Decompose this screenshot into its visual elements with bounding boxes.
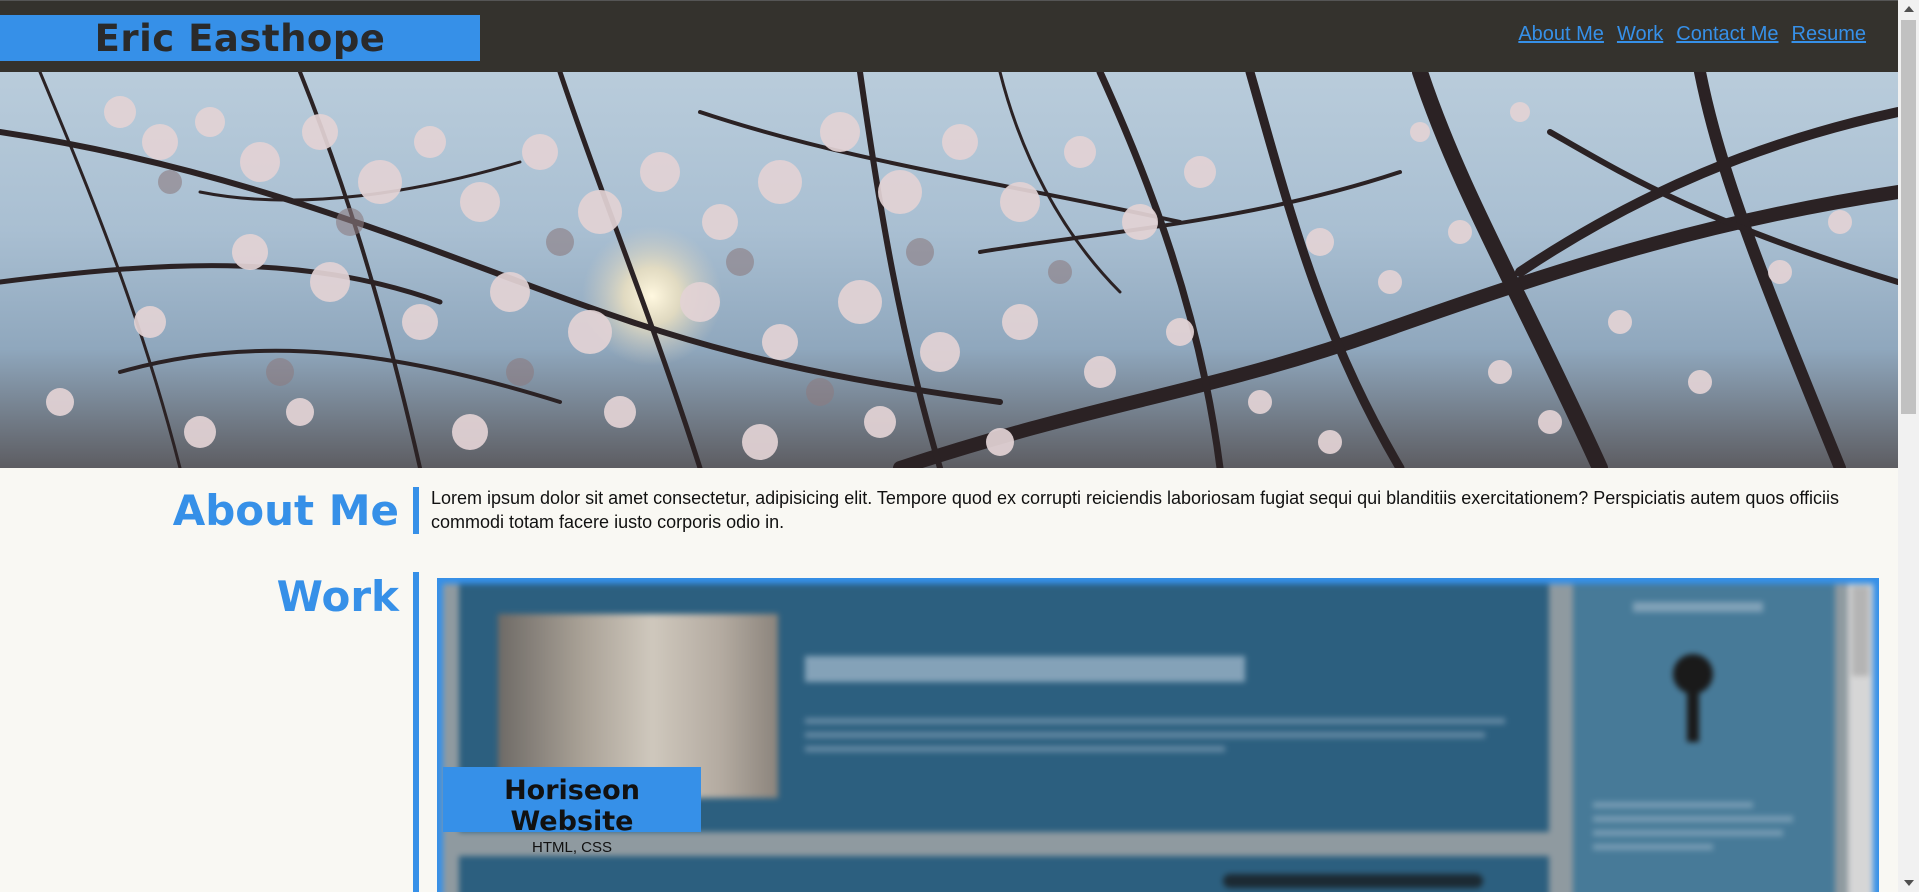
scroll-down-arrow-icon[interactable] xyxy=(1904,880,1914,886)
nav-link-work[interactable]: Work xyxy=(1617,23,1663,46)
scrollbar-thumb[interactable] xyxy=(1901,20,1916,414)
project-tech: HTML, CSS xyxy=(531,839,612,856)
nav-link-resume[interactable]: Resume xyxy=(1792,23,1866,46)
brand-banner: Eric Easthope xyxy=(0,15,480,61)
scroll-up-arrow-icon[interactable] xyxy=(1904,6,1914,12)
project-title: Horiseon Website xyxy=(504,775,640,837)
about-divider xyxy=(413,487,419,534)
work-divider xyxy=(413,572,419,892)
hero-image-cherry-blossoms xyxy=(0,72,1898,468)
work-project-card[interactable]: Horiseon Website HTML, CSS xyxy=(437,578,1879,892)
site-header: Eric Easthope About Me Work Contact Me R… xyxy=(0,0,1898,73)
page-scrollbar[interactable] xyxy=(1898,0,1919,892)
project-label[interactable]: Horiseon Website HTML, CSS xyxy=(443,767,701,856)
nav-link-about-me[interactable]: About Me xyxy=(1518,23,1604,46)
nav-link-contact-me[interactable]: Contact Me xyxy=(1676,23,1778,46)
work-heading: Work xyxy=(276,572,399,621)
about-me-heading: About Me xyxy=(172,486,399,535)
main-nav: About Me Work Contact Me Resume xyxy=(1518,23,1866,46)
hero-illustration xyxy=(0,72,1898,468)
site-title: Eric Easthope xyxy=(94,16,386,60)
about-me-text: Lorem ipsum dolor sit amet consectetur, … xyxy=(431,488,1840,532)
